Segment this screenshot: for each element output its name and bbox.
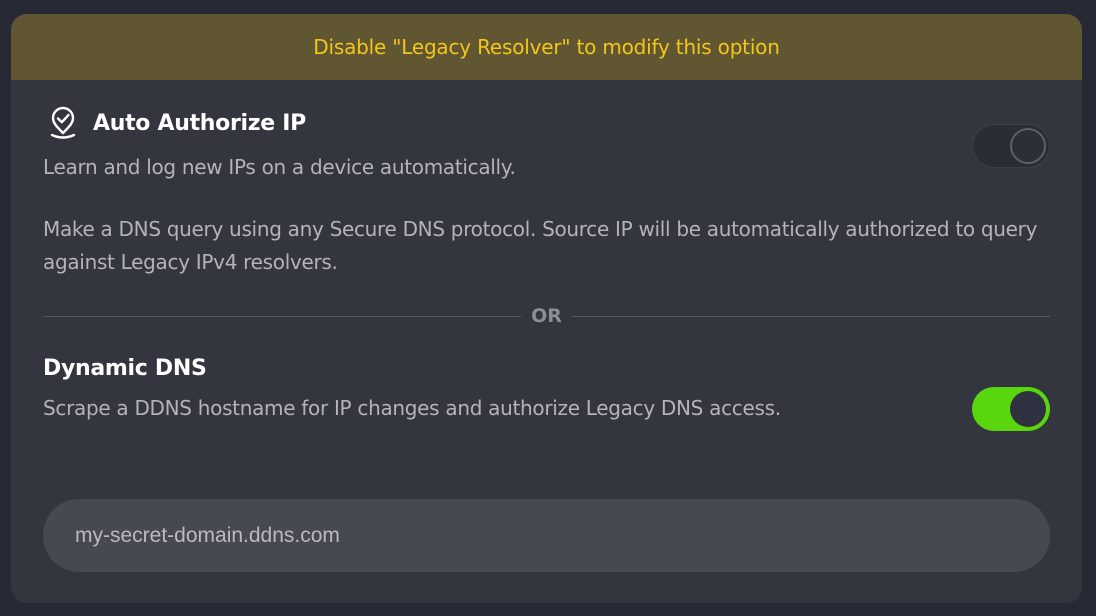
dynamic-dns-description: Scrape a DDNS hostname for IP changes an… bbox=[43, 396, 781, 420]
divider-line-right bbox=[571, 315, 1051, 317]
ddns-hostname-field-wrapper bbox=[43, 499, 1050, 572]
auto-authorize-subtitle: Learn and log new IPs on a device automa… bbox=[43, 155, 516, 179]
ddns-hostname-input[interactable] bbox=[43, 499, 1050, 572]
toggle-knob bbox=[1010, 128, 1046, 164]
auto-authorize-description: Make a DNS query using any Secure DNS pr… bbox=[43, 217, 1038, 274]
or-label: OR bbox=[531, 305, 562, 327]
auto-authorize-title-row: Auto Authorize IP bbox=[43, 106, 1050, 140]
or-divider: OR bbox=[43, 304, 1051, 328]
auto-authorize-toggle[interactable] bbox=[972, 124, 1050, 168]
toggle-knob bbox=[1010, 391, 1046, 427]
auto-authorize-title: Auto Authorize IP bbox=[93, 110, 306, 136]
banner-text: Disable "Legacy Resolver" to modify this… bbox=[313, 35, 780, 59]
settings-card: Disable "Legacy Resolver" to modify this… bbox=[11, 14, 1082, 603]
disabled-notice-banner: Disable "Legacy Resolver" to modify this… bbox=[11, 14, 1082, 80]
divider-line-left bbox=[43, 315, 522, 317]
dynamic-dns-title: Dynamic DNS bbox=[43, 356, 207, 381]
dynamic-dns-section: Dynamic DNS Scrape a DDNS hostname for I… bbox=[43, 352, 803, 425]
location-check-icon bbox=[47, 106, 79, 140]
dynamic-dns-toggle[interactable] bbox=[972, 387, 1050, 431]
auto-authorize-section: Auto Authorize IP Learn and log new IPs … bbox=[43, 106, 1050, 279]
